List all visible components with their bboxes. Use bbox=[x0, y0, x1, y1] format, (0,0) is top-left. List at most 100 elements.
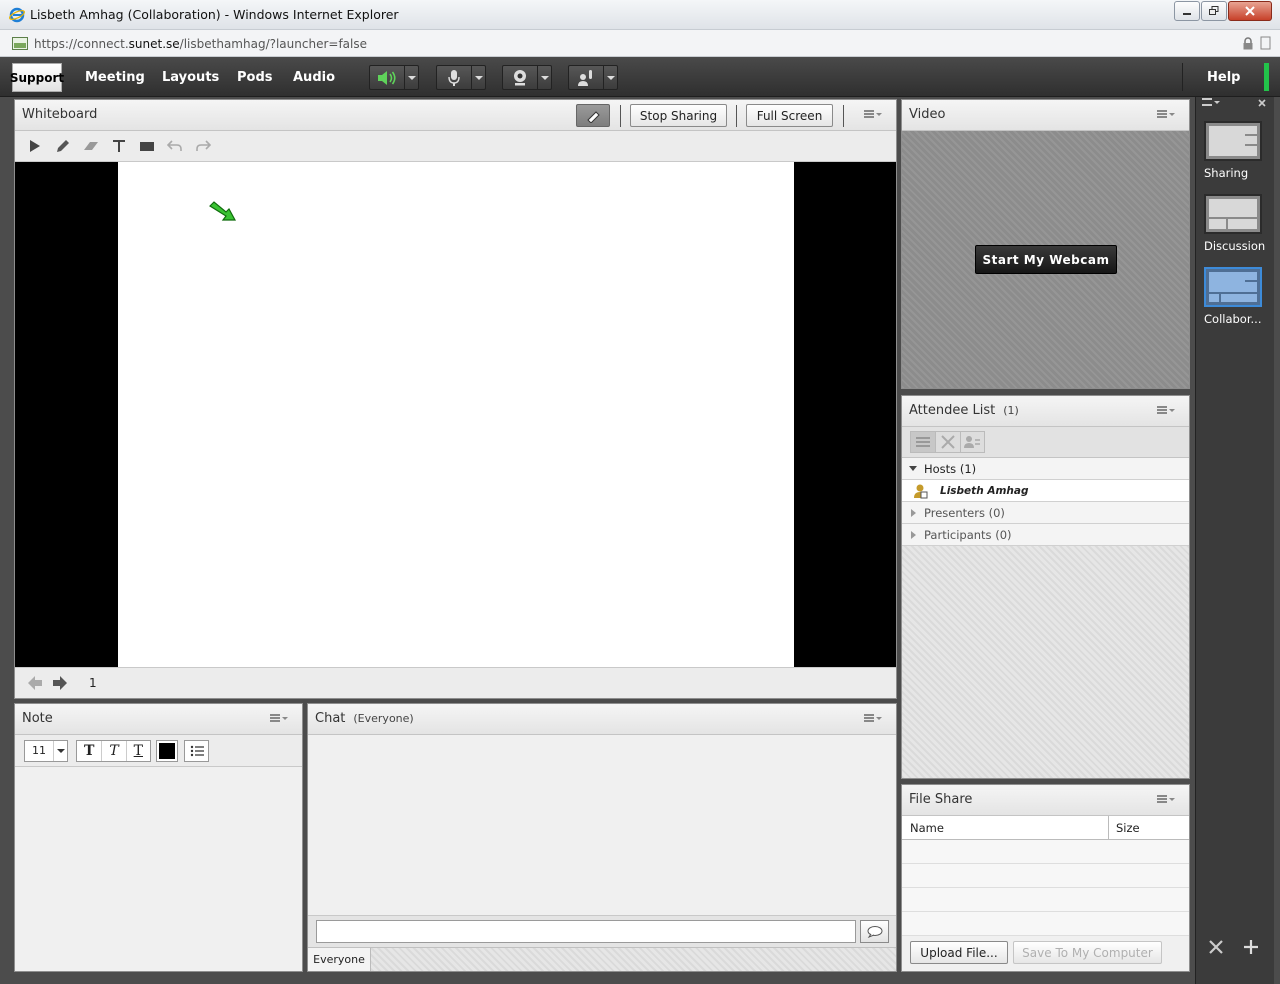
video-pod-menu[interactable] bbox=[1157, 110, 1175, 118]
menu-meeting[interactable]: Meeting bbox=[85, 70, 145, 85]
refresh-icon[interactable] bbox=[1259, 36, 1272, 50]
layout-sharing[interactable]: Sharing bbox=[1204, 121, 1264, 180]
chat-input-bar bbox=[308, 915, 896, 947]
underline-button[interactable]: T bbox=[125, 741, 150, 761]
participants-label: Participants (0) bbox=[924, 528, 1012, 542]
previous-page-button[interactable] bbox=[27, 675, 43, 694]
participants-group[interactable]: Participants (0) bbox=[902, 524, 1189, 546]
column-size[interactable]: Size bbox=[1116, 821, 1140, 835]
menu-pods[interactable]: Pods bbox=[237, 70, 273, 85]
connection-status-indicator bbox=[1264, 63, 1269, 91]
layouts-menu[interactable] bbox=[1202, 98, 1220, 106]
bullet-list-button[interactable] bbox=[184, 740, 209, 762]
column-name[interactable]: Name bbox=[910, 821, 944, 835]
attendee-row[interactable]: Lisbeth Amhag bbox=[902, 480, 1189, 502]
upload-file-button[interactable]: Upload File... bbox=[910, 941, 1008, 964]
whiteboard-canvas[interactable] bbox=[118, 162, 794, 668]
font-size-dropdown[interactable] bbox=[53, 741, 67, 761]
microphone-control[interactable] bbox=[436, 65, 486, 90]
stop-sharing-button[interactable]: Stop Sharing bbox=[630, 104, 727, 127]
status-dropdown[interactable] bbox=[603, 66, 617, 89]
chat-input[interactable] bbox=[316, 920, 856, 943]
wrench-icon[interactable] bbox=[1208, 939, 1224, 955]
video-pod: Video Start My Webcam bbox=[901, 99, 1190, 389]
address-bar[interactable]: https://connect.sunet.se/lisbethamhag/?l… bbox=[0, 30, 1280, 57]
speaker-control[interactable] bbox=[369, 65, 419, 90]
webcam-button[interactable] bbox=[503, 66, 537, 89]
chevron-down-icon bbox=[606, 75, 615, 80]
layout-discussion[interactable]: Discussion bbox=[1204, 194, 1265, 253]
list-view-button[interactable] bbox=[911, 432, 936, 452]
undo-button[interactable] bbox=[165, 137, 185, 155]
next-page-button[interactable] bbox=[52, 675, 68, 694]
microphone-dropdown[interactable] bbox=[471, 66, 485, 89]
start-webcam-button[interactable]: Start My Webcam bbox=[975, 245, 1117, 274]
hosts-group[interactable]: Hosts (1) bbox=[902, 458, 1189, 480]
chat-pod-menu[interactable] bbox=[864, 714, 882, 722]
menu-audio[interactable]: Audio bbox=[293, 70, 335, 85]
whiteboard-pod-menu[interactable] bbox=[864, 110, 882, 118]
note-pod: Note 11 T T T bbox=[14, 703, 303, 972]
full-screen-button[interactable]: Full Screen bbox=[746, 104, 833, 127]
redo-button[interactable] bbox=[193, 137, 213, 155]
bold-button[interactable]: T bbox=[77, 741, 101, 761]
chat-tab-everyone[interactable]: Everyone bbox=[308, 948, 371, 971]
toolbar-separator bbox=[843, 105, 844, 127]
chevron-down-icon bbox=[282, 716, 288, 720]
send-message-button[interactable] bbox=[860, 920, 889, 943]
note-toolbar: 11 T T T bbox=[15, 735, 302, 767]
expand-icon bbox=[941, 435, 955, 449]
page-number: 1 bbox=[89, 676, 97, 690]
add-layout-icon[interactable] bbox=[1243, 939, 1259, 955]
speaker-dropdown[interactable] bbox=[404, 66, 418, 89]
toolbar-separator bbox=[736, 105, 737, 127]
triangle-right-icon bbox=[911, 531, 916, 539]
restore-button[interactable] bbox=[1201, 1, 1227, 21]
close-window-button[interactable] bbox=[1228, 1, 1272, 21]
menu-lines-icon bbox=[270, 714, 280, 722]
url-text[interactable]: https://connect.sunet.se/lisbethamhag/?l… bbox=[34, 37, 367, 51]
breakout-view-button[interactable] bbox=[935, 432, 959, 452]
attendee-pod-menu[interactable] bbox=[1157, 406, 1175, 414]
font-size-select[interactable]: 11 bbox=[24, 740, 68, 762]
whiteboard-footer: 1 bbox=[15, 667, 896, 698]
file-list bbox=[902, 840, 1189, 936]
pencil-tool[interactable] bbox=[53, 137, 73, 155]
note-pod-menu[interactable] bbox=[270, 714, 288, 722]
minimize-button[interactable] bbox=[1174, 1, 1200, 21]
status-control[interactable] bbox=[568, 65, 618, 90]
pencil-icon bbox=[57, 140, 69, 152]
layout-collaboration[interactable]: Collabor... bbox=[1204, 267, 1264, 326]
menu-help[interactable]: Help bbox=[1207, 70, 1240, 85]
webcam-control[interactable] bbox=[502, 65, 552, 90]
note-text-area[interactable] bbox=[15, 767, 302, 971]
file-share-pod-menu[interactable] bbox=[1157, 795, 1175, 803]
chat-messages bbox=[308, 735, 896, 915]
layout-thumbnail bbox=[1204, 194, 1262, 234]
chat-title: Chat (Everyone) bbox=[315, 711, 414, 726]
webcam-dropdown[interactable] bbox=[537, 66, 551, 89]
undo-icon bbox=[167, 140, 182, 151]
support-logo-button[interactable]: Support bbox=[10, 63, 64, 92]
microphone-button[interactable] bbox=[437, 66, 471, 89]
speaker-button[interactable] bbox=[370, 66, 404, 89]
select-tool[interactable] bbox=[25, 137, 45, 155]
draw-toggle-button[interactable] bbox=[576, 104, 610, 127]
eraser-tool[interactable] bbox=[81, 137, 101, 155]
layout-label: Sharing bbox=[1204, 166, 1249, 180]
connect-app: Support Meeting Layouts Pods Audio Help … bbox=[0, 57, 1280, 984]
raise-hand-button[interactable] bbox=[569, 66, 603, 89]
text-color-button[interactable] bbox=[156, 740, 178, 762]
toolbar-separator bbox=[620, 105, 621, 127]
green-arrow-shape[interactable] bbox=[208, 200, 238, 224]
close-layouts-icon[interactable] bbox=[1258, 99, 1266, 107]
menu-lines-icon bbox=[864, 714, 874, 722]
status-view-button[interactable] bbox=[959, 432, 984, 452]
bold-icon: T bbox=[83, 743, 95, 759]
shape-tool[interactable] bbox=[137, 137, 157, 155]
menu-layouts[interactable]: Layouts bbox=[162, 70, 219, 85]
italic-button[interactable]: T bbox=[101, 741, 125, 761]
presenters-group[interactable]: Presenters (0) bbox=[902, 502, 1189, 524]
text-tool[interactable] bbox=[109, 137, 129, 155]
save-to-computer-button[interactable]: Save To My Computer bbox=[1013, 941, 1162, 964]
